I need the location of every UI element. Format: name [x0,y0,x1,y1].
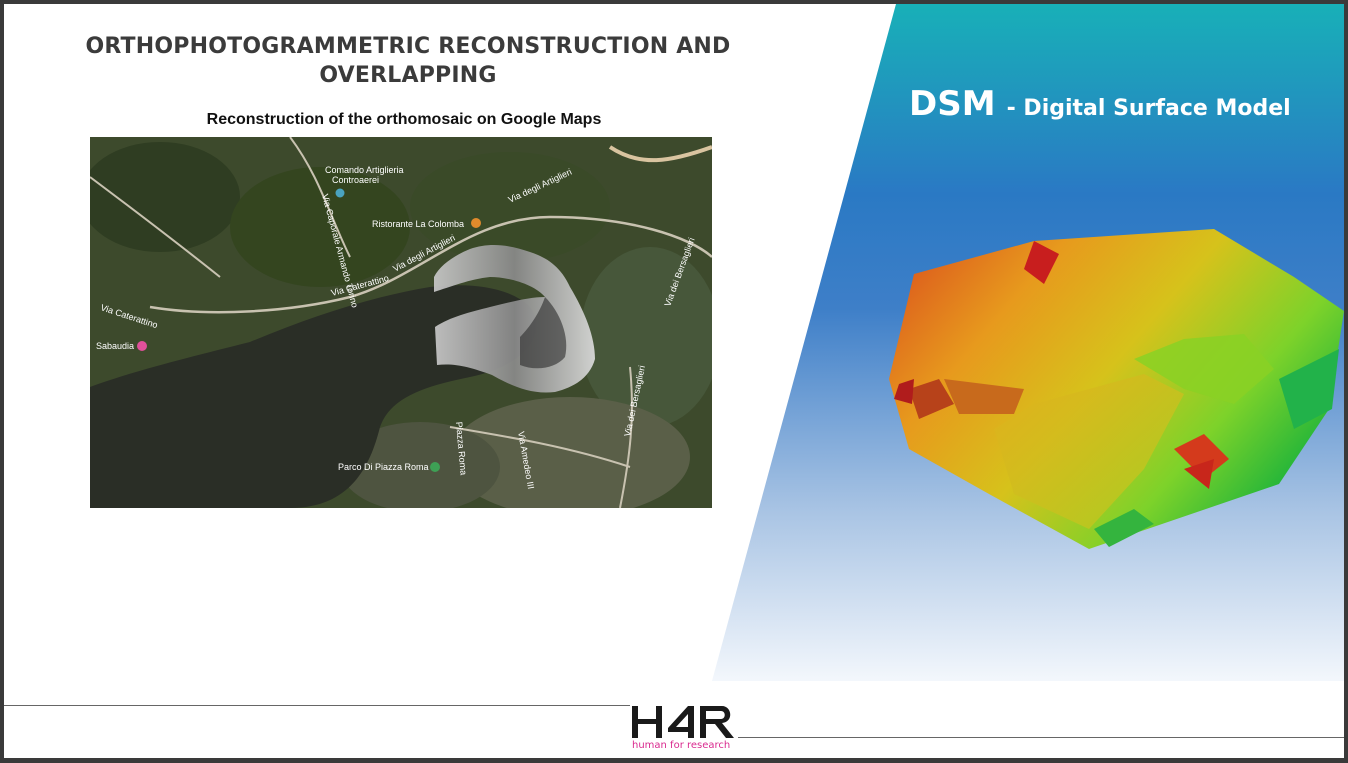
restaurant-pin-icon [471,218,481,228]
h4r-logo: human for research [630,704,742,756]
dsm-model-image [889,229,1344,549]
title-line-1: ORTHOPHOTOGRAMMETRIC RECONSTRUCTION AND [85,34,731,59]
slide: ORTHOPHOTOGRAMMETRIC RECONSTRUCTION AND … [4,4,1344,758]
map-label-sabaudia: Sabaudia [96,341,134,351]
orthomosaic-map: Comando Artiglieria Controaerei Ristoran… [90,137,712,508]
dsm-full-name: - Digital Surface Model [1006,96,1291,121]
map-label-comando: Comando Artiglieria [325,165,404,175]
logo-tagline: human for research [632,740,731,751]
map-label-parco: Parco Di Piazza Roma [338,462,429,472]
map-subtitle: Reconstruction of the orthomosaic on Goo… [206,111,602,128]
park-pin-icon [430,462,440,472]
map-label-ristorante: Ristorante La Colomba [372,219,464,229]
pin-icon [335,188,345,198]
footer-divider-right [738,737,1344,738]
page-title: ORTHOPHOTOGRAMMETRIC RECONSTRUCTION AND … [74,32,742,90]
dsm-heading: DSM - Digital Surface Model [909,84,1291,124]
map-label-controaerei: Controaerei [332,175,379,185]
title-line-2: OVERLAPPING [319,63,497,88]
h4r-logo-mark [632,706,734,738]
dsm-abbreviation: DSM [909,84,996,124]
footer-divider-left [4,705,630,706]
city-pin-icon [137,341,147,351]
